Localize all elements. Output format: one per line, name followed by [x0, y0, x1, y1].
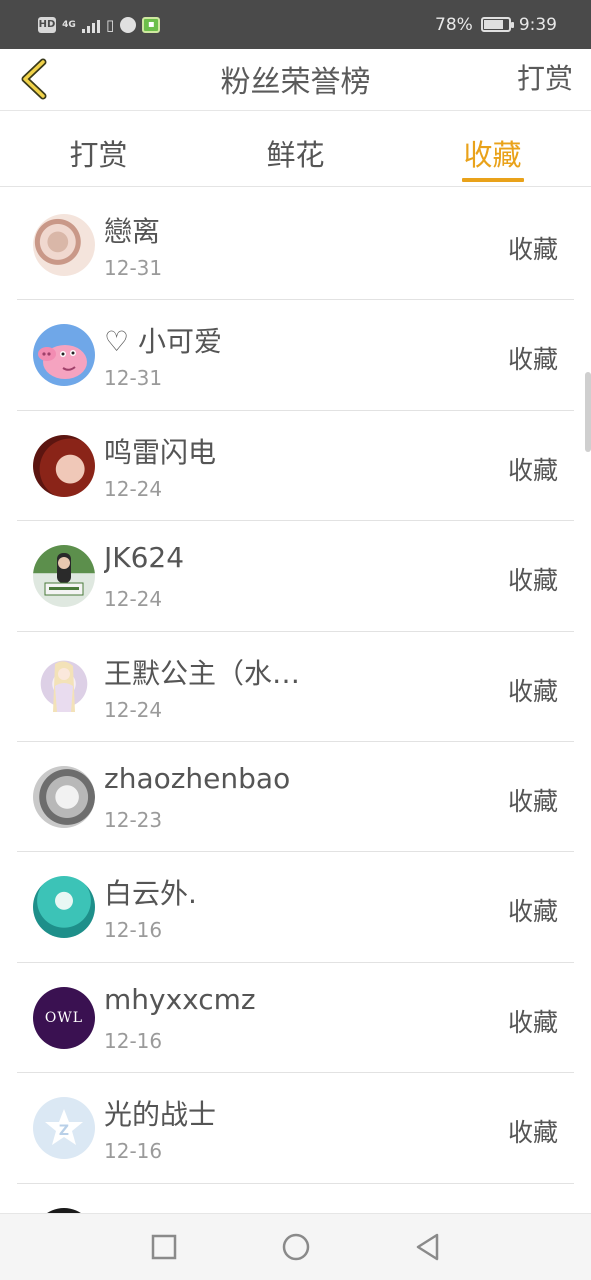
list-item[interactable]: 白云外. 12-16 收藏	[17, 852, 574, 963]
date: 12-16	[104, 918, 163, 943]
tab-flowers[interactable]: 鲜花	[197, 111, 394, 186]
list-item-partial[interactable]	[17, 1184, 574, 1213]
date: 12-24	[104, 587, 163, 612]
date: 12-23	[104, 807, 163, 832]
list-item[interactable]: 王默公主（水… 12-24 收藏	[17, 632, 574, 742]
avatar[interactable]	[33, 655, 95, 718]
status-bar: HD 4G ▯ ▪ 78% 9:39	[0, 0, 591, 49]
user-name: 鸣雷闪电	[104, 435, 217, 469]
avatar[interactable]	[33, 214, 95, 276]
action-label: 收藏	[507, 235, 558, 264]
signal-icon	[82, 17, 100, 33]
clock: 9:39	[518, 14, 557, 35]
avatar[interactable]	[33, 434, 95, 497]
action-label: 收藏	[507, 786, 558, 816]
svg-text:Z: Z	[59, 1123, 69, 1139]
list-item[interactable]: OWL mhyxxcmz 12-16 收藏	[17, 963, 574, 1074]
date: 12-24	[104, 476, 163, 501]
header: 粉丝荣誉榜 打赏	[0, 49, 591, 111]
tab-label: 打赏	[69, 138, 128, 172]
list-item[interactable]: 鸣雷闪电 12-24 收藏	[17, 411, 574, 522]
avatar[interactable]: Z	[33, 1097, 95, 1160]
circle-icon	[282, 1233, 309, 1261]
anime-avatar-icon	[53, 660, 75, 712]
owl-logo-text: OWL	[44, 1009, 84, 1026]
status-right: 78% 9:39	[435, 15, 557, 35]
hd-icon: HD	[38, 16, 56, 33]
avatar[interactable]: OWL	[33, 986, 95, 1049]
list-item[interactable]: ♡ 小可爱 12-31 收藏	[17, 300, 574, 411]
status-icons: HD 4G ▯ ▪	[38, 15, 161, 34]
avatar[interactable]	[33, 545, 95, 608]
triangle-back-icon	[416, 1233, 438, 1261]
scrollbar[interactable]	[585, 372, 591, 452]
home-button[interactable]	[282, 1233, 310, 1261]
list-item[interactable]: Z 光的战士 12-16 收藏	[17, 1073, 574, 1184]
user-name: JK624	[104, 541, 185, 575]
user-name: mhyxxcmz	[104, 982, 256, 1016]
user-name: 光的战士	[104, 1098, 217, 1132]
date: 12-31	[104, 256, 163, 280]
network-type-icon: 4G	[62, 19, 76, 30]
date: 12-24	[104, 697, 163, 722]
battery-percent: 78%	[435, 14, 473, 35]
tab-bar: 打赏 鲜花 收藏	[0, 111, 591, 187]
tab-favorites[interactable]: 收藏	[394, 111, 591, 186]
tab-reward[interactable]: 打赏	[0, 111, 197, 186]
recent-apps-button[interactable]	[150, 1233, 178, 1261]
tab-label: 鲜花	[266, 138, 325, 172]
user-name: ♡ 小可爱	[104, 325, 223, 359]
reward-button[interactable]: 打赏	[517, 57, 573, 97]
vibrate-icon: ▯	[106, 15, 115, 34]
action-label: 收藏	[507, 676, 558, 706]
photo-avatar-icon	[44, 553, 84, 596]
action-label: 收藏	[507, 455, 558, 485]
action-label: 收藏	[507, 1007, 558, 1037]
user-name: 戀离	[104, 215, 161, 248]
tab-label: 收藏	[463, 138, 522, 172]
action-label: 收藏	[507, 566, 558, 596]
action-label: 收藏	[507, 1118, 558, 1148]
battery-icon	[480, 17, 514, 32]
user-name: zhaozhenbao	[104, 761, 291, 795]
avatar[interactable]	[33, 324, 95, 387]
globe-icon	[120, 16, 137, 33]
user-name: 白云外.	[104, 877, 197, 911]
action-label: 收藏	[507, 897, 558, 927]
back-nav-button[interactable]	[414, 1233, 442, 1261]
date: 12-16	[104, 1028, 163, 1053]
list-item[interactable]: 戀离 12-31 收藏	[17, 190, 574, 301]
pig-avatar-icon	[38, 345, 87, 380]
list-item[interactable]: zhaozhenbao 12-23 收藏	[17, 742, 574, 853]
avatar[interactable]	[33, 876, 95, 939]
square-icon	[151, 1234, 176, 1260]
tab-underline	[461, 178, 524, 182]
avatar[interactable]	[33, 765, 95, 828]
date: 12-16	[104, 1139, 163, 1164]
date: 12-31	[104, 366, 163, 391]
fan-list[interactable]: 戀离 12-31 收藏 ♡ 小可爱 12-31 收藏 鸣雷闪电 12-24 收藏	[0, 190, 591, 1213]
app-notification-icon: ▪	[142, 16, 161, 33]
star-avatar-icon: Z	[45, 1109, 83, 1146]
page-title: 粉丝荣誉榜	[220, 65, 371, 100]
list-item[interactable]: JK624 12-24 收藏	[17, 521, 574, 632]
user-name: 王默公主（水…	[104, 656, 301, 690]
system-navbar	[0, 1213, 591, 1280]
action-label: 收藏	[507, 345, 558, 375]
